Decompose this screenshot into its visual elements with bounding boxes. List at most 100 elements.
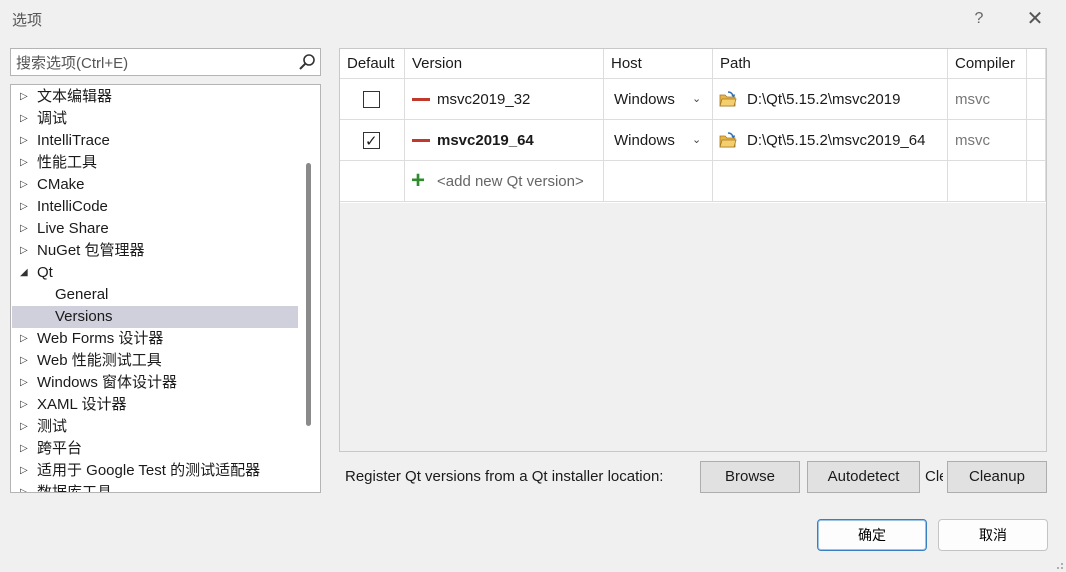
filler-cell	[1027, 79, 1046, 120]
tree-item-qt-general[interactable]: General	[12, 284, 298, 306]
tree-item-web-perf-test[interactable]: ▷ Web 性能测试工具	[12, 350, 298, 372]
tree-item-live-share[interactable]: ▷ Live Share	[12, 218, 298, 240]
search-input[interactable]	[16, 52, 286, 74]
expand-arrow-icon[interactable]: ▷	[20, 130, 30, 152]
expand-arrow-icon[interactable]: ▷	[20, 240, 30, 262]
add-new-version-cell[interactable]: + <add new Qt version>	[405, 161, 604, 202]
tree-item-test[interactable]: ▷ 测试	[12, 416, 298, 438]
tree-item-windows-forms[interactable]: ▷ Windows 窗体设计器	[12, 372, 298, 394]
collapse-arrow-icon[interactable]: ◢	[20, 262, 30, 284]
tree-item-database-tools[interactable]: ▷ 数据库工具	[12, 482, 298, 492]
column-header-version[interactable]: Version	[405, 49, 604, 79]
tree-item-text-editor[interactable]: ▷ 文本编辑器	[12, 86, 298, 108]
empty-default-cell	[340, 161, 405, 202]
tree-item-google-test[interactable]: ▷ 适用于 Google Test 的测试适配器	[12, 460, 298, 482]
compiler-cell: msvc	[948, 120, 1027, 161]
expand-arrow-icon[interactable]: ▷	[20, 438, 30, 460]
expand-arrow-icon[interactable]: ▷	[20, 108, 30, 130]
tree-item-intellitrace[interactable]: ▷ IntelliTrace	[12, 130, 298, 152]
expand-arrow-icon[interactable]: ▷	[20, 394, 30, 416]
browse-button[interactable]: Browse	[700, 461, 800, 493]
host-cell[interactable]: Windows ⌄	[604, 120, 713, 161]
tree-item-label: 跨平台	[37, 440, 83, 457]
tree-item-performance-tools[interactable]: ▷ 性能工具	[12, 152, 298, 174]
compiler-value: msvc	[955, 91, 990, 108]
expand-arrow-icon[interactable]: ▷	[20, 86, 30, 108]
version-cell[interactable]: msvc2019_64	[405, 120, 604, 161]
expand-arrow-icon[interactable]: ▷	[20, 372, 30, 394]
version-cell[interactable]: msvc2019_32	[405, 79, 604, 120]
path-cell[interactable]: D:\Qt\5.15.2\msvc2019	[713, 79, 948, 120]
expand-arrow-icon[interactable]: ▷	[20, 460, 30, 482]
table-row-default-cell[interactable]	[340, 79, 405, 120]
tree-item-label: Qt	[37, 264, 53, 281]
title-bar: 选项 ? ✕	[0, 0, 1066, 38]
empty-host-cell	[604, 161, 713, 202]
remove-version-icon[interactable]	[412, 98, 430, 101]
check-icon: ✓	[365, 133, 378, 150]
qt-versions-grid: Default Version Host Path Compiler msvc2…	[339, 48, 1047, 452]
folder-open-icon[interactable]	[719, 90, 737, 108]
column-header-path[interactable]: Path	[713, 49, 948, 79]
tree-item-label: 文本编辑器	[37, 88, 113, 105]
tree-item-xaml[interactable]: ▷ XAML 设计器	[12, 394, 298, 416]
tree-item-label: Windows 窗体设计器	[37, 374, 178, 391]
tree-item-label: 测试	[37, 418, 68, 435]
expand-arrow-icon[interactable]: ▷	[20, 328, 30, 350]
version-name: msvc2019_32	[437, 91, 531, 108]
host-value: Windows	[614, 132, 675, 149]
tree-item-web-forms[interactable]: ▷ Web Forms 设计器	[12, 328, 298, 350]
host-cell[interactable]: Windows ⌄	[604, 79, 713, 120]
cleanup-button[interactable]: Cleanup	[947, 461, 1047, 493]
path-cell[interactable]: D:\Qt\5.15.2\msvc2019_64	[713, 120, 948, 161]
tree-scrollbar[interactable]	[306, 163, 311, 426]
expand-arrow-icon[interactable]: ▷	[20, 416, 30, 438]
search-icon[interactable]	[298, 53, 316, 71]
clipped-label: Cle	[925, 468, 943, 485]
tree-item-label: Web 性能测试工具	[37, 352, 162, 369]
expand-arrow-icon[interactable]: ▷	[20, 152, 30, 174]
plus-icon[interactable]: +	[411, 169, 425, 193]
default-checkbox[interactable]	[363, 91, 380, 108]
ok-button[interactable]: 确定	[817, 519, 927, 551]
column-header-default[interactable]: Default	[340, 49, 405, 79]
column-header-filler	[1027, 49, 1046, 79]
tree-item-nuget[interactable]: ▷ NuGet 包管理器	[12, 240, 298, 262]
chevron-down-icon[interactable]: ⌄	[692, 120, 701, 160]
table-row-default-cell[interactable]: ✓	[340, 120, 405, 161]
grid-body: Default Version Host Path Compiler msvc2…	[340, 49, 1046, 203]
help-button[interactable]: ?	[966, 6, 992, 32]
autodetect-button[interactable]: Autodetect	[807, 461, 920, 493]
remove-version-icon[interactable]	[412, 139, 430, 142]
tree-item-label: Web Forms 设计器	[37, 330, 164, 347]
expand-arrow-icon[interactable]: ▷	[20, 218, 30, 240]
column-header-host[interactable]: Host	[604, 49, 713, 79]
tree-item-qt[interactable]: ◢ Qt	[12, 262, 298, 284]
default-checkbox-checked[interactable]: ✓	[363, 132, 380, 150]
tree-item-qt-versions[interactable]: Versions	[12, 306, 298, 328]
filler-cell	[1027, 120, 1046, 161]
folder-open-icon[interactable]	[719, 131, 737, 149]
expand-arrow-icon[interactable]: ▷	[20, 196, 30, 218]
tree-item-cmake[interactable]: ▷ CMake	[12, 174, 298, 196]
tree-item-debugging[interactable]: ▷ 调试	[12, 108, 298, 130]
add-new-version-link[interactable]: <add new Qt version>	[437, 161, 584, 201]
tree-item-label: CMake	[37, 176, 85, 193]
cancel-button[interactable]: 取消	[938, 519, 1048, 551]
close-button[interactable]: ✕	[1022, 6, 1048, 32]
register-label: Register Qt versions from a Qt installer…	[345, 468, 664, 485]
column-header-compiler[interactable]: Compiler	[948, 49, 1027, 79]
chevron-down-icon[interactable]: ⌄	[692, 79, 701, 119]
options-tree[interactable]: ▷ 文本编辑器 ▷ 调试 ▷ IntelliTrace ▷ 性能工具 ▷ CMa…	[10, 84, 321, 493]
compiler-cell: msvc	[948, 79, 1027, 120]
tree-item-label: Live Share	[37, 220, 109, 237]
search-box[interactable]	[10, 48, 321, 76]
expand-arrow-icon[interactable]: ▷	[20, 482, 30, 492]
tree-item-label: IntelliCode	[37, 198, 108, 215]
expand-arrow-icon[interactable]: ▷	[20, 350, 30, 372]
resize-grip-icon[interactable]	[1052, 558, 1064, 570]
tree-item-label: 适用于 Google Test 的测试适配器	[37, 462, 261, 479]
expand-arrow-icon[interactable]: ▷	[20, 174, 30, 196]
tree-item-intellicode[interactable]: ▷ IntelliCode	[12, 196, 298, 218]
tree-item-cross-platform[interactable]: ▷ 跨平台	[12, 438, 298, 460]
